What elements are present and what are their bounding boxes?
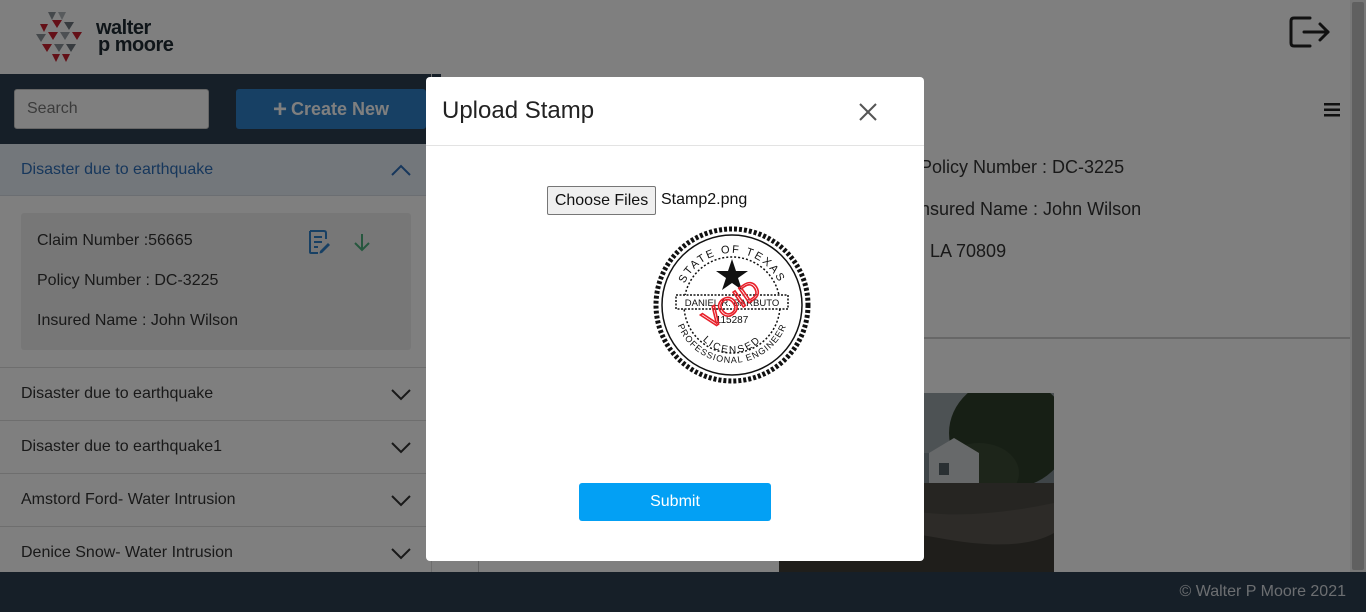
choose-files-button[interactable]: Choose Files	[547, 186, 656, 215]
stamp-preview-image: STATE OF TEXAS PROFESSIONAL ENGINEER LIC…	[653, 226, 811, 384]
modal-header: Upload Stamp	[426, 77, 924, 146]
close-icon[interactable]	[856, 100, 880, 124]
selected-file-name: Stamp2.png	[661, 191, 748, 208]
modal-title: Upload Stamp	[442, 97, 595, 124]
upload-stamp-modal: Upload Stamp Choose Files Stamp2.png STA…	[426, 77, 924, 561]
submit-button[interactable]: Submit	[579, 483, 771, 521]
